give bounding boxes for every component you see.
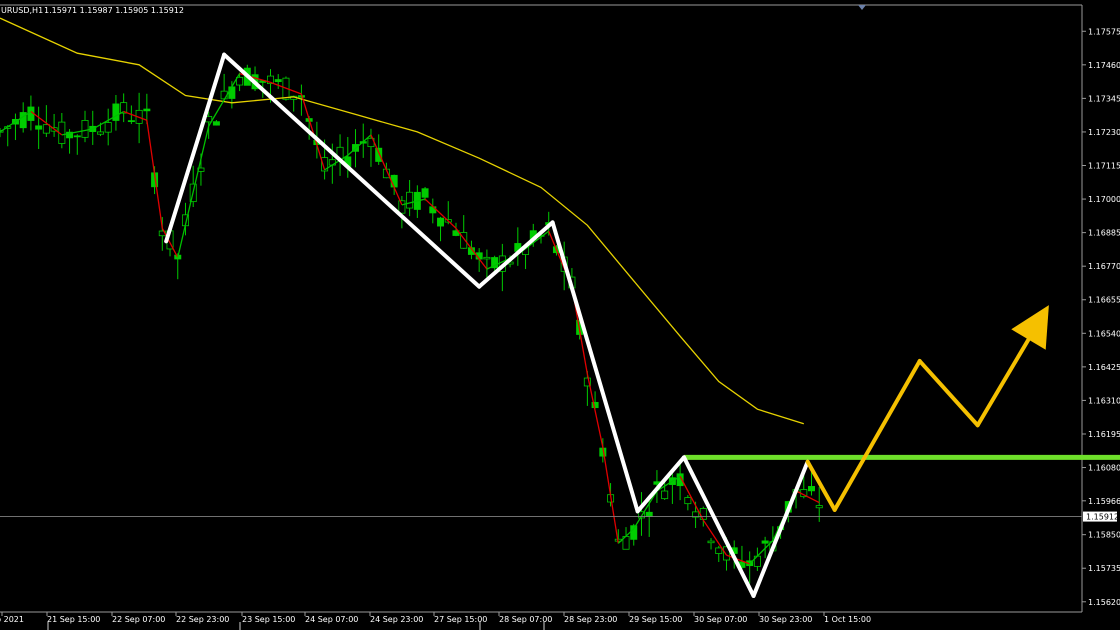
price-tick-label: 1.15620	[1088, 598, 1120, 607]
price-tick-label: 1.16885	[1088, 229, 1120, 238]
price-tick-label: 1.16540	[1088, 329, 1120, 338]
time-tick-label: 21 Sep 15:00	[47, 615, 100, 624]
candle-body	[437, 217, 445, 227]
ohlc-label: 1.15971 1.15987 1.15905 1.15912	[44, 6, 184, 15]
candle-body	[274, 79, 282, 82]
projection-segment[interactable]	[917, 359, 980, 428]
price-tick-label: 1.17230	[1088, 128, 1120, 137]
price-tick-label: 1.17575	[1088, 27, 1120, 36]
price-tick-label: 1.16655	[1088, 296, 1120, 305]
time-tick-label: 24 Sep 07:00	[305, 615, 358, 624]
ma-short-segment	[679, 475, 704, 521]
candle-body	[483, 256, 491, 260]
candle-body	[42, 124, 50, 134]
price-tick-label: 1.16425	[1088, 363, 1120, 372]
zigzag-segment[interactable]	[164, 52, 227, 244]
price-tick-label: 1.17115	[1088, 162, 1120, 171]
candle-body	[699, 508, 707, 520]
price-tick-label: 1.15850	[1088, 531, 1120, 540]
projection-layer[interactable]	[805, 305, 1049, 512]
candle-body	[707, 540, 715, 544]
time-tick-label: 22 Sep 23:00	[176, 615, 229, 624]
candle-body	[815, 505, 823, 509]
ma-short-segment	[123, 110, 148, 121]
candle-body	[406, 191, 414, 209]
candle-body	[81, 119, 89, 138]
candle-body	[715, 547, 723, 554]
candle-body	[35, 125, 43, 130]
ma-short-segment	[602, 447, 619, 544]
candle-body	[228, 86, 236, 99]
candle-body	[375, 147, 383, 162]
ma-short-segment	[146, 120, 163, 229]
ma-short-segment	[795, 490, 820, 504]
candle-body	[661, 490, 669, 500]
price-tick-label: 1.15966	[1088, 497, 1120, 506]
price-tick-label: 1.17000	[1088, 195, 1120, 204]
candle-body	[104, 122, 112, 133]
projection-segment[interactable]	[975, 325, 1038, 428]
zigzag-segment[interactable]	[751, 459, 810, 598]
candles-layer	[0, 64, 823, 584]
time-tick-label: 23 Sep 15:00	[242, 615, 295, 624]
price-tick-label: 1.17345	[1088, 94, 1120, 103]
time-tick-label: Sep 2021	[0, 615, 24, 624]
ma-short-segment	[455, 227, 488, 270]
zigzag-segment[interactable]	[681, 455, 756, 598]
candle-body	[143, 108, 151, 112]
projection-arrowhead-icon[interactable]	[1011, 305, 1049, 350]
candle-body	[398, 200, 406, 214]
price-tick-label: 1.16080	[1088, 464, 1120, 473]
price-tick-label: 1.16770	[1088, 262, 1120, 271]
time-tick-label: 29 Sep 15:00	[629, 615, 682, 624]
projection-segment[interactable]	[832, 359, 922, 512]
zigzag-layer[interactable]	[164, 52, 810, 598]
candle-body	[684, 497, 692, 505]
zigzag-segment[interactable]	[222, 52, 482, 289]
time-tick-label: 24 Sep 23:00	[370, 615, 423, 624]
candle-body	[761, 540, 769, 544]
time-tick-label: 1 Oct 15:00	[824, 615, 871, 624]
candle-body	[212, 121, 220, 126]
candle-body	[96, 131, 104, 135]
candle-body	[645, 511, 653, 517]
zigzag-segment[interactable]	[550, 220, 640, 514]
ma-short-segment	[300, 93, 326, 171]
price-tick-label: 1.17460	[1088, 61, 1120, 70]
time-tick-label: 27 Sep 15:00	[434, 615, 487, 624]
price-tick-label: 1.16195	[1088, 430, 1120, 439]
zigzag-segment[interactable]	[477, 220, 555, 289]
trading-chart[interactable]: 1.15912 1.17575 1.17460 1.17345 1.17230 1.17…	[0, 0, 1120, 630]
candle-body	[127, 120, 135, 123]
time-tick-label: 28 Sep 23:00	[564, 615, 617, 624]
time-tick-label: 22 Sep 07:00	[112, 615, 165, 624]
time-tick-label: 30 Sep 23:00	[759, 615, 812, 624]
symbol-label: URUSD,H1	[1, 6, 43, 15]
candle-body	[112, 103, 120, 121]
candle-body	[808, 486, 815, 492]
current-price-label: 1.15912	[1086, 513, 1119, 522]
price-tick-label: 1.15735	[1088, 564, 1120, 573]
chart-canvas[interactable]: 1.15912 1.17575 1.17460 1.17345 1.17230 1.17…	[0, 0, 1120, 630]
candle-body	[73, 135, 81, 138]
time-tick-label: 30 Sep 07:00	[694, 615, 747, 624]
candle-body	[421, 188, 429, 198]
time-axis[interactable]: Sep 2021 21 Sep 15:00 22 Sep 07:00 22 Sep 2…	[0, 612, 871, 630]
current-price-layer: 1.15912	[0, 511, 1119, 522]
price-tick-label: 1.16310	[1088, 396, 1120, 405]
scroll-marker-icon[interactable]	[858, 5, 866, 10]
